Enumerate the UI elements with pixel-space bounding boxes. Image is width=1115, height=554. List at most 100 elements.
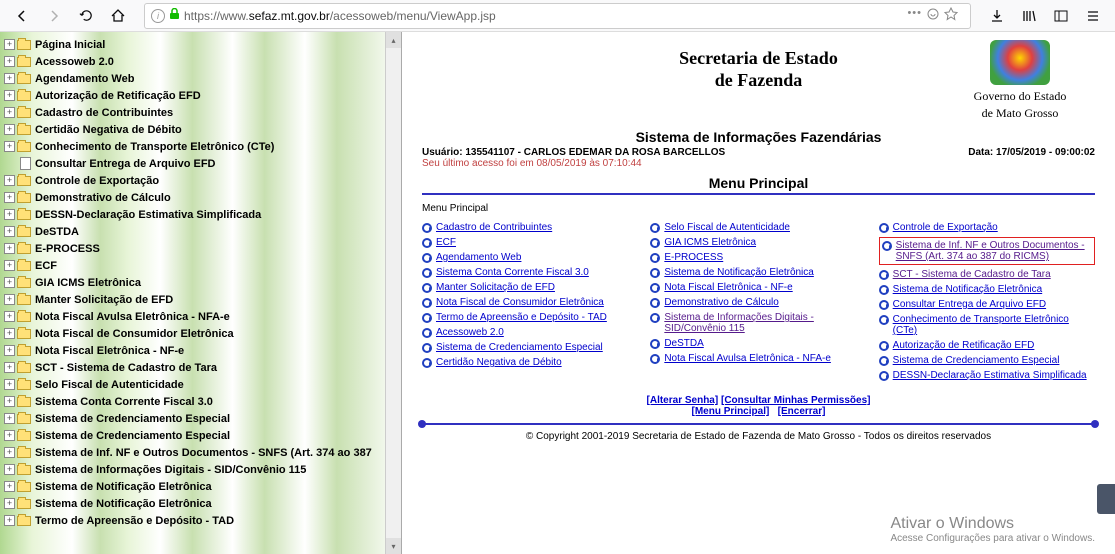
menu-link[interactable]: Agendamento Web: [436, 252, 521, 263]
expand-icon[interactable]: +: [4, 396, 15, 407]
tree-item[interactable]: +Termo de Apreensão e Depósito - TAD: [0, 512, 401, 529]
menu-link[interactable]: Sistema de Notificação Eletrônica: [664, 267, 814, 278]
tree-item[interactable]: +DESSN-Declaração Estimativa Simplificad…: [0, 206, 401, 223]
menu-principal-link[interactable]: [Menu Principal]: [692, 406, 770, 417]
tree-item[interactable]: +Selo Fiscal de Autenticidade: [0, 376, 401, 393]
expand-icon[interactable]: +: [4, 481, 15, 492]
expand-icon[interactable]: +: [4, 73, 15, 84]
expand-icon[interactable]: +: [4, 90, 15, 101]
expand-icon[interactable]: +: [4, 515, 15, 526]
menu-link[interactable]: Selo Fiscal de Autenticidade: [664, 222, 790, 233]
consultar-permissoes-link[interactable]: [Consultar Minhas Permissões]: [721, 395, 870, 406]
tree-item[interactable]: +Nota Fiscal Avulsa Eletrônica - NFA-e: [0, 308, 401, 325]
home-button[interactable]: [104, 2, 132, 30]
tree-item[interactable]: +Sistema de Credenciamento Especial: [0, 427, 401, 444]
menu-link[interactable]: Sistema Conta Corrente Fiscal 3.0: [436, 267, 589, 278]
tree-item[interactable]: +Sistema de Informações Digitais - SID/C…: [0, 461, 401, 478]
menu-link[interactable]: Demonstrativo de Cálculo: [664, 297, 779, 308]
expand-icon[interactable]: +: [4, 498, 15, 509]
tree-item[interactable]: +Conhecimento de Transporte Eletrônico (…: [0, 138, 401, 155]
expand-icon[interactable]: +: [4, 277, 15, 288]
menu-link[interactable]: Autorização de Retificação EFD: [893, 340, 1035, 351]
tree-item[interactable]: +ECF: [0, 257, 401, 274]
scroll-down-icon[interactable]: ▾: [386, 538, 401, 554]
expand-icon[interactable]: +: [4, 379, 15, 390]
menu-link[interactable]: Nota Fiscal de Consumidor Eletrônica: [436, 297, 604, 308]
encerrar-link[interactable]: [Encerrar]: [778, 406, 826, 417]
address-bar[interactable]: i https://www.sefaz.mt.gov.br/acessoweb/…: [144, 3, 971, 29]
bookmark-icon[interactable]: [944, 7, 958, 24]
tree-item[interactable]: +Nota Fiscal de Consumidor Eletrônica: [0, 325, 401, 342]
expand-icon[interactable]: +: [4, 107, 15, 118]
page-action-dots-icon[interactable]: •••: [907, 7, 922, 24]
menu-link[interactable]: DeSTDA: [664, 338, 703, 349]
tree-scrollbar[interactable]: ▴ ▾: [385, 32, 401, 554]
reader-icon[interactable]: [926, 7, 940, 24]
menu-link[interactable]: ECF: [436, 237, 456, 248]
menu-link[interactable]: Cadastro de Contribuintes: [436, 222, 552, 233]
menu-link[interactable]: DESSN-Declaração Estimativa Simplificada: [893, 370, 1087, 381]
expand-icon[interactable]: +: [4, 39, 15, 50]
expand-icon[interactable]: +: [4, 311, 15, 322]
tree-item[interactable]: +Nota Fiscal Eletrônica - NF-e: [0, 342, 401, 359]
tree-item[interactable]: +SCT - Sistema de Cadastro de Tara: [0, 359, 401, 376]
forward-button[interactable]: [40, 2, 68, 30]
expand-icon[interactable]: +: [4, 294, 15, 305]
menu-link[interactable]: Sistema de Credenciamento Especial: [893, 355, 1060, 366]
expand-icon[interactable]: +: [4, 141, 15, 152]
expand-icon[interactable]: +: [4, 447, 15, 458]
menu-link[interactable]: Sistema de Notificação Eletrônica: [893, 284, 1043, 295]
alterar-senha-link[interactable]: [Alterar Senha]: [647, 395, 719, 406]
scroll-up-icon[interactable]: ▴: [386, 32, 401, 48]
menu-link[interactable]: Conhecimento de Transporte Eletrônico (C…: [893, 314, 1095, 336]
menu-link[interactable]: Termo de Apreensão e Depósito - TAD: [436, 312, 607, 323]
expand-icon[interactable]: +: [4, 328, 15, 339]
tree-item[interactable]: +Manter Solicitação de EFD: [0, 291, 401, 308]
menu-link[interactable]: Nota Fiscal Eletrônica - NF-e: [664, 282, 792, 293]
expand-icon[interactable]: +: [4, 192, 15, 203]
tree-item[interactable]: +Demonstrativo de Cálculo: [0, 189, 401, 206]
menu-link[interactable]: Acessoweb 2.0: [436, 327, 504, 338]
expand-icon[interactable]: +: [4, 175, 15, 186]
menu-link[interactable]: E-PROCESS: [664, 252, 723, 263]
expand-icon[interactable]: +: [4, 260, 15, 271]
library-button[interactable]: [1015, 2, 1043, 30]
expand-icon[interactable]: +: [4, 362, 15, 373]
tree-item[interactable]: +Autorização de Retificação EFD: [0, 87, 401, 104]
expand-icon[interactable]: +: [4, 209, 15, 220]
tree-item[interactable]: +Certidão Negativa de Débito: [0, 121, 401, 138]
tree-item[interactable]: +Sistema de Inf. NF e Outros Documentos …: [0, 444, 401, 461]
expand-icon[interactable]: +: [4, 345, 15, 356]
tree-item[interactable]: +Página Inicial: [0, 36, 401, 53]
expand-icon[interactable]: +: [4, 124, 15, 135]
menu-link[interactable]: SCT - Sistema de Cadastro de Tara: [893, 269, 1051, 280]
menu-link[interactable]: Sistema de Credenciamento Especial: [436, 342, 603, 353]
tree-item[interactable]: Consultar Entrega de Arquivo EFD: [0, 155, 401, 172]
expand-icon[interactable]: +: [4, 413, 15, 424]
menu-link[interactable]: Controle de Exportação: [893, 222, 998, 233]
back-button[interactable]: [8, 2, 36, 30]
expand-icon[interactable]: +: [4, 430, 15, 441]
tree-item[interactable]: +Cadastro de Contribuintes: [0, 104, 401, 121]
tree-item[interactable]: +Sistema Conta Corrente Fiscal 3.0: [0, 393, 401, 410]
tree-item[interactable]: +E-PROCESS: [0, 240, 401, 257]
tree-item[interactable]: +GIA ICMS Eletrônica: [0, 274, 401, 291]
menu-button[interactable]: [1079, 2, 1107, 30]
expand-icon[interactable]: +: [4, 243, 15, 254]
tree-item[interactable]: +Sistema de Credenciamento Especial: [0, 410, 401, 427]
info-icon[interactable]: i: [151, 9, 165, 23]
menu-link[interactable]: Consultar Entrega de Arquivo EFD: [893, 299, 1046, 310]
sidebar-button[interactable]: [1047, 2, 1075, 30]
expand-icon[interactable]: +: [4, 464, 15, 475]
menu-link[interactable]: Manter Solicitação de EFD: [436, 282, 555, 293]
menu-link[interactable]: Nota Fiscal Avulsa Eletrônica - NFA-e: [664, 353, 831, 364]
menu-link[interactable]: Sistema de Informações Digitais - SID/Co…: [664, 312, 866, 334]
tree-item[interactable]: +DeSTDA: [0, 223, 401, 240]
tree-item[interactable]: +Agendamento Web: [0, 70, 401, 87]
tree-item[interactable]: +Sistema de Notificação Eletrônica: [0, 495, 401, 512]
reload-button[interactable]: [72, 2, 100, 30]
menu-link[interactable]: Certidão Negativa de Débito: [436, 357, 562, 368]
downloads-button[interactable]: [983, 2, 1011, 30]
tree-item[interactable]: +Acessoweb 2.0: [0, 53, 401, 70]
menu-link[interactable]: GIA ICMS Eletrônica: [664, 237, 756, 248]
